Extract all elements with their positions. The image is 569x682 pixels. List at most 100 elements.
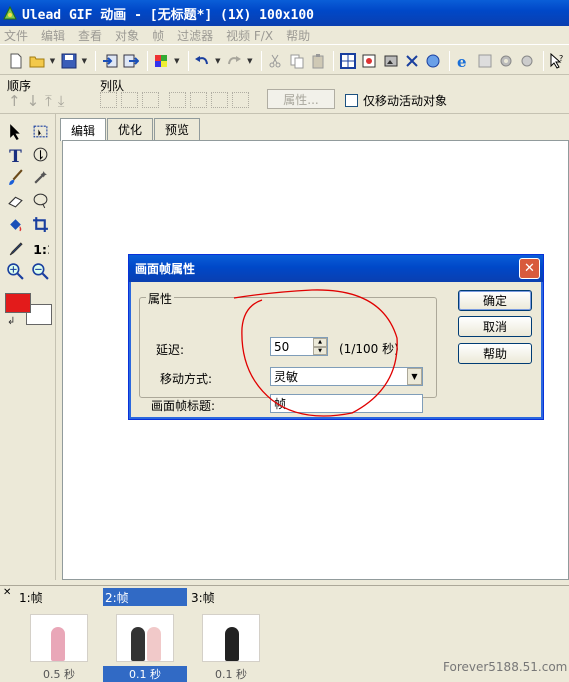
title-bar[interactable]: Ulead GIF 动画 - [无标题*] (1X) 100x100 bbox=[0, 0, 569, 26]
swap-colors-icon[interactable]: ↲ bbox=[7, 316, 15, 327]
settings-button[interactable] bbox=[496, 51, 515, 71]
cancel-button[interactable]: 取消 bbox=[458, 316, 532, 337]
actual-size-tool[interactable]: 1:1 bbox=[30, 238, 50, 258]
undo-dropdown-icon[interactable]: ▼ bbox=[214, 57, 222, 65]
undo-button[interactable] bbox=[193, 51, 212, 71]
optimize-button[interactable] bbox=[152, 51, 171, 71]
zoom-in-tool[interactable] bbox=[5, 261, 25, 281]
folder-open-icon bbox=[29, 56, 45, 67]
move-active-only-checkbox[interactable]: 仅移动活动对象 bbox=[345, 92, 447, 109]
copy-button[interactable] bbox=[287, 51, 306, 71]
text-tool[interactable]: T bbox=[5, 144, 25, 164]
delete-button[interactable] bbox=[402, 51, 421, 71]
add-frame-button[interactable] bbox=[360, 51, 379, 71]
frame-delay[interactable]: 0.1 秒 bbox=[189, 666, 273, 682]
ellipse-select-tool[interactable] bbox=[30, 190, 50, 210]
eyedropper-tool[interactable] bbox=[5, 238, 25, 258]
ok-button[interactable]: 确定 bbox=[458, 290, 532, 311]
watermark: Forever5188.51.com bbox=[443, 660, 568, 674]
import-button[interactable] bbox=[100, 51, 119, 71]
dialog-title-bar[interactable]: 画面帧属性 ✕ bbox=[129, 255, 543, 282]
gear-icon bbox=[500, 55, 512, 66]
select-tool[interactable] bbox=[30, 121, 50, 141]
tab-edit[interactable]: 编辑 bbox=[60, 118, 107, 141]
pick-tool[interactable] bbox=[5, 121, 25, 141]
menu-view[interactable]: 查看 bbox=[78, 27, 102, 44]
eyedropper-icon bbox=[9, 241, 23, 255]
crop-tool[interactable] bbox=[30, 214, 50, 234]
move-active-only-label: 仅移动活动对象 bbox=[363, 94, 448, 108]
eraser-tool[interactable] bbox=[5, 190, 25, 210]
palette-icon bbox=[155, 54, 168, 67]
dialog-close-button[interactable]: ✕ bbox=[519, 258, 540, 279]
align-middle-icon[interactable] bbox=[190, 92, 207, 108]
new-file-button[interactable] bbox=[6, 51, 25, 71]
redo-button[interactable] bbox=[225, 51, 244, 71]
align-left-icon[interactable] bbox=[100, 92, 117, 108]
properties-button[interactable]: 属性... bbox=[267, 89, 335, 109]
separator bbox=[333, 50, 335, 71]
paint-bucket-tool[interactable] bbox=[5, 214, 25, 234]
menu-edit[interactable]: 编辑 bbox=[41, 27, 65, 44]
chevron-down-icon[interactable]: ▼ bbox=[407, 368, 422, 385]
frame-delay[interactable]: 0.5 秒 bbox=[17, 666, 101, 682]
preview-browser-button[interactable]: e bbox=[454, 51, 473, 71]
frame-properties-dialog: 画面帧属性 ✕ 属性 延迟: 50 ▲ ▼ (1/100 秒) 移动方式: 灵敏 … bbox=[128, 254, 544, 420]
export-button[interactable] bbox=[121, 51, 140, 71]
delay-spinner[interactable]: 50 ▲ ▼ bbox=[270, 337, 328, 356]
align-distribute-icon[interactable] bbox=[232, 92, 249, 108]
frame-title-input[interactable]: 帧 bbox=[270, 394, 423, 413]
optimize-dropdown-icon[interactable]: ▼ bbox=[173, 57, 181, 65]
align-center-icon[interactable] bbox=[121, 92, 138, 108]
save-button[interactable] bbox=[59, 51, 78, 71]
align-top-icon[interactable] bbox=[169, 92, 186, 108]
menu-frame[interactable]: 帧 bbox=[152, 27, 164, 44]
menu-object[interactable]: 对象 bbox=[115, 27, 139, 44]
move-down-icon[interactable]: ↓ bbox=[27, 92, 40, 110]
banner-text-button[interactable] bbox=[475, 51, 494, 71]
paste-button[interactable] bbox=[308, 51, 327, 71]
menu-help[interactable]: 帮助 bbox=[286, 27, 310, 44]
frame-delay[interactable]: 0.1 秒 bbox=[103, 666, 187, 682]
open-button[interactable] bbox=[27, 51, 46, 71]
magic-wand-tool[interactable] bbox=[30, 167, 50, 187]
align-bottom-icon[interactable] bbox=[211, 92, 228, 108]
align-right-icon[interactable] bbox=[142, 92, 159, 108]
frame-item[interactable]: 3:帧 0.1 秒 bbox=[189, 588, 273, 681]
svg-text:T: T bbox=[9, 146, 22, 162]
tab-optimize[interactable]: 优化 bbox=[107, 118, 154, 140]
menu-filter[interactable]: 过滤器 bbox=[177, 27, 213, 44]
tab-preview[interactable]: 预览 bbox=[154, 118, 201, 140]
floppy-icon bbox=[61, 53, 77, 68]
frame-properties-button[interactable] bbox=[338, 51, 357, 71]
export-icon bbox=[123, 54, 140, 67]
zoom-out-icon bbox=[31, 262, 49, 280]
cut-button[interactable] bbox=[266, 51, 285, 71]
lasso-tool[interactable] bbox=[30, 144, 50, 164]
move-top-icon[interactable]: ⤒ bbox=[45, 92, 52, 110]
foreground-color-swatch[interactable] bbox=[5, 293, 31, 313]
group-legend: 属性 bbox=[146, 290, 175, 307]
more-button[interactable] bbox=[518, 51, 537, 71]
move-method-select[interactable]: 灵敏 ▼ bbox=[270, 367, 423, 386]
save-dropdown-icon[interactable]: ▼ bbox=[81, 57, 89, 65]
paintbrush-tool[interactable] bbox=[5, 167, 25, 187]
help-pointer-button[interactable]: ? bbox=[548, 51, 567, 71]
video-button[interactable] bbox=[424, 51, 443, 71]
menu-video-fx[interactable]: 视频 F/X bbox=[226, 27, 273, 44]
add-image-button[interactable] bbox=[381, 51, 400, 71]
spin-down-icon[interactable]: ▼ bbox=[313, 346, 327, 355]
checkbox-box[interactable] bbox=[345, 94, 358, 107]
help-button[interactable]: 帮助 bbox=[458, 343, 532, 364]
zoom-out-tool[interactable] bbox=[30, 261, 50, 281]
panel-close-icon[interactable]: ✕ bbox=[3, 587, 11, 598]
move-up-icon[interactable]: ↑ bbox=[8, 92, 21, 110]
open-dropdown-icon[interactable]: ▼ bbox=[49, 57, 57, 65]
zoom-in-icon bbox=[6, 262, 24, 280]
frame-item[interactable]: 1:帧 0.5 秒 bbox=[17, 588, 101, 681]
redo-dropdown-icon[interactable]: ▼ bbox=[246, 57, 254, 65]
menu-file[interactable]: 文件 bbox=[4, 27, 28, 44]
frame-item-selected[interactable]: 2:帧 0.1 秒 bbox=[103, 588, 187, 682]
move-bottom-icon[interactable]: ⤓ bbox=[58, 92, 65, 110]
spin-up-icon[interactable]: ▲ bbox=[313, 338, 327, 347]
